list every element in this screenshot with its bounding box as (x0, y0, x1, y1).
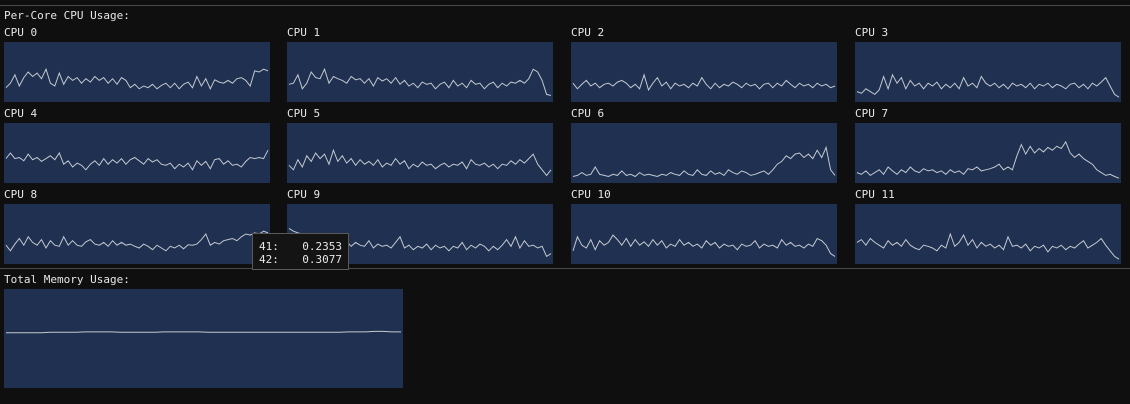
cpu-label-0: CPU 0 (4, 26, 38, 39)
tooltip-index: 42: (259, 253, 279, 266)
tooltip-row: 42: 0.3077 (259, 253, 342, 266)
tooltip-value: 0.2353 (302, 240, 342, 253)
cpu-usage-line (856, 140, 1120, 179)
cpu-plot-10[interactable] (571, 204, 837, 264)
cpu-plot-8[interactable] (4, 204, 270, 264)
cpu-usage-line (5, 149, 269, 171)
cpu-label-1: CPU 1 (287, 26, 321, 39)
hover-tooltip: 41: 0.2353 42: 0.3077 (252, 233, 349, 270)
cpu-label-7: CPU 7 (855, 107, 889, 120)
cpu-plot-1[interactable] (287, 42, 553, 102)
cpu-label-9: CPU 9 (287, 188, 321, 201)
cpu-plot-5[interactable] (287, 123, 553, 183)
cpu-plot-0[interactable] (4, 42, 270, 102)
tooltip-index: 41: (259, 240, 279, 253)
cpu-section-title: Per-Core CPU Usage: (4, 9, 130, 22)
cpu-usage-line (572, 73, 836, 92)
cpu-label-10: CPU 10 (571, 188, 611, 201)
cpu-label-11: CPU 11 (855, 188, 895, 201)
cpu-usage-line (856, 73, 1120, 98)
memory-section-title: Total Memory Usage: (4, 273, 130, 286)
cpu-plot-3[interactable] (855, 42, 1121, 102)
cpu-usage-line (5, 230, 269, 252)
top-separator (0, 5, 1130, 6)
cpu-plot-11[interactable] (855, 204, 1121, 264)
cpu-label-3: CPU 3 (855, 26, 889, 39)
cpu-usage-line (572, 145, 836, 178)
cpu-usage-line (288, 67, 552, 96)
cpu-plot-6[interactable] (571, 123, 837, 183)
cpu-label-8: CPU 8 (4, 188, 38, 201)
section-separator (0, 268, 1130, 269)
cpu-usage-line (288, 148, 552, 177)
cpu-usage-line (5, 67, 269, 90)
cpu-plot-2[interactable] (571, 42, 837, 102)
memory-plot[interactable] (4, 289, 403, 388)
cpu-label-6: CPU 6 (571, 107, 605, 120)
cpu-plot-7[interactable] (855, 123, 1121, 183)
tooltip-value: 0.3077 (302, 253, 342, 266)
cpu-label-4: CPU 4 (4, 107, 38, 120)
cpu-label-2: CPU 2 (571, 26, 605, 39)
cpu-usage-line (856, 232, 1120, 260)
memory-usage-line (6, 330, 401, 334)
tooltip-row: 41: 0.2353 (259, 240, 342, 253)
cpu-plot-4[interactable] (4, 123, 270, 183)
cpu-label-5: CPU 5 (287, 107, 321, 120)
cpu-usage-line (572, 234, 836, 257)
